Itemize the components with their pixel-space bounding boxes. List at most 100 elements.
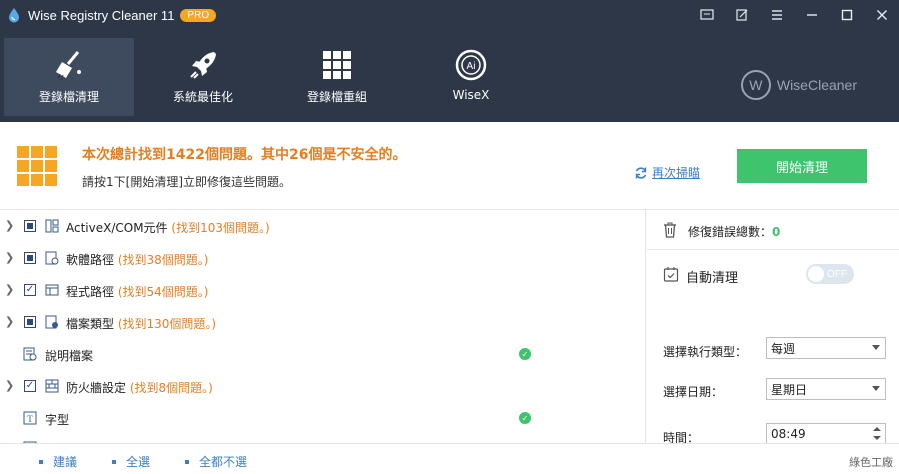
firewall-icon	[45, 379, 59, 393]
select-none-label: 全都不選	[199, 455, 248, 469]
chevron-right-icon[interactable]: ❯	[5, 379, 15, 392]
app-logo-icon	[9, 8, 19, 23]
spin-up-icon[interactable]	[873, 427, 881, 431]
nav-wisex[interactable]: Ai WiseX	[406, 38, 536, 116]
category-checkbox[interactable]	[24, 284, 36, 296]
nav-registry-defrag[interactable]: 登錄檔重組	[272, 38, 402, 116]
select-all-link[interactable]: 全選	[112, 453, 150, 470]
recommended-link[interactable]: 建議	[39, 453, 77, 470]
list-item[interactable]: ❯ 軟體路徑 (找到38個問題。)	[0, 242, 645, 274]
schedule-type-select[interactable]: 每週	[766, 337, 886, 359]
list-item[interactable]: ❯ 防火牆設定 (找到8個問題。)	[0, 370, 645, 402]
grid-icon	[322, 48, 352, 82]
edit-icon[interactable]	[724, 0, 759, 30]
category-checkbox[interactable]	[24, 252, 36, 264]
day-label: 選擇日期：	[663, 385, 724, 399]
minimize-icon[interactable]	[794, 0, 829, 30]
bullet-icon	[112, 459, 116, 464]
title-bar: Wise Registry Cleaner 11 PRO	[0, 0, 899, 30]
auto-clean-label: 自動清理	[686, 271, 739, 286]
broom-icon	[52, 48, 86, 82]
chevron-right-icon[interactable]: ❯	[5, 219, 15, 232]
summary-title: 本次總計找到1422個問題。其中26個是不安全的。	[82, 147, 407, 163]
summary-subtitle: 請按1下[開始清理]立即修復這些問題。	[82, 175, 291, 189]
fix-summary: 修復錯誤總數：0	[647, 210, 899, 250]
list-item[interactable]: ❯ ActiveX/COM元件 (找到103個問題。)	[0, 210, 645, 242]
category-label: 字型	[45, 413, 70, 427]
ai-icon: Ai	[454, 48, 488, 82]
pro-badge: PRO	[180, 8, 217, 22]
list-item[interactable]	[0, 434, 645, 443]
auto-clean-toggle[interactable]: OFF	[806, 264, 854, 284]
brand-name: WiseCleaner	[776, 77, 857, 93]
bullet-icon	[185, 459, 189, 464]
category-list: ❯ ActiveX/COM元件 (找到103個問題。) ❯ 軟體路徑 (找到38…	[0, 210, 646, 443]
program-path-icon	[45, 284, 59, 296]
rescan-link[interactable]: 再次掃瞄	[634, 164, 700, 181]
software-path-icon	[45, 251, 59, 265]
issue-count: (找到54個問題。)	[117, 285, 209, 299]
svg-text:T: T	[27, 414, 33, 424]
nav-label: 登錄檔重組	[306, 90, 367, 104]
check-circle-icon: ✓	[519, 348, 531, 360]
category-checkbox[interactable]	[24, 316, 36, 328]
wisecleaner-brand[interactable]: W WiseCleaner	[740, 70, 857, 100]
chevron-right-icon[interactable]: ❯	[5, 251, 15, 264]
list-item[interactable]: ❯ 程式路徑 (找到54個問題。)	[0, 274, 645, 306]
nav-registry-cleaner[interactable]: 登錄檔清理	[4, 38, 134, 116]
time-value: 08:49	[771, 427, 806, 441]
category-checkbox[interactable]	[24, 380, 36, 392]
time-input[interactable]: 08:49	[766, 423, 886, 443]
check-circle-icon: ✓	[519, 412, 531, 424]
list-item[interactable]: T 字型 ✓	[0, 402, 645, 434]
list-item[interactable]: 說明檔案 ✓	[0, 338, 645, 370]
chevron-right-icon[interactable]: ❯	[5, 315, 15, 328]
rocket-icon	[186, 48, 220, 82]
category-label: 檔案類型	[66, 317, 115, 331]
file-type-icon	[45, 315, 58, 329]
nav-label: 登錄檔清理	[38, 90, 99, 104]
issue-count: (找到130個問題。)	[117, 317, 217, 331]
schedule-type-value: 每週	[771, 341, 796, 356]
nav-label: WiseX	[452, 88, 490, 102]
main-nav: 登錄檔清理 系統最佳化 登錄檔重組 Ai WiseX W WiseCleaner	[0, 30, 899, 122]
select-all-label: 全選	[126, 455, 151, 469]
bullet-icon	[39, 459, 43, 464]
category-label: 防火牆設定	[66, 381, 127, 395]
category-label: 軟體路徑	[66, 253, 115, 267]
day-select[interactable]: 星期日	[766, 378, 886, 400]
chevron-down-icon	[872, 386, 880, 391]
maximize-icon[interactable]	[829, 0, 864, 30]
help-file-icon	[23, 347, 37, 361]
font-icon: T	[23, 411, 37, 425]
watermark: 綠色工廠	[849, 456, 893, 469]
issue-count: (找到38個問題。)	[117, 253, 209, 267]
spin-down-icon[interactable]	[873, 436, 881, 440]
close-icon[interactable]	[864, 0, 899, 30]
category-label: ActiveX/COM元件	[66, 221, 168, 235]
scan-summary: 本次總計找到1422個問題。其中26個是不安全的。 請按1下[開始清理]立即修復…	[0, 122, 899, 210]
trash-icon	[664, 222, 676, 238]
category-label: 程式路徑	[66, 285, 115, 299]
chevron-down-icon	[872, 345, 880, 350]
svg-text:Ai: Ai	[467, 61, 476, 72]
refresh-icon	[635, 166, 647, 179]
menu-icon[interactable]	[759, 0, 794, 30]
toggle-knob	[808, 266, 824, 282]
start-cleaning-button[interactable]: 開始清理	[737, 149, 867, 183]
toggle-state: OFF	[827, 268, 847, 280]
rescan-label: 再次掃瞄	[652, 166, 701, 180]
nav-system-tuneup[interactable]: 系統最佳化	[138, 38, 268, 116]
category-label: 說明檔案	[45, 349, 94, 363]
chevron-right-icon[interactable]: ❯	[5, 283, 15, 296]
nav-label: 系統最佳化	[172, 90, 233, 104]
feedback-icon[interactable]	[689, 0, 724, 30]
calendar-check-icon	[663, 267, 679, 282]
category-checkbox[interactable]	[24, 220, 36, 232]
issue-count: (找到8個問題。)	[129, 381, 213, 395]
select-none-link[interactable]: 全都不選	[185, 453, 247, 470]
list-item[interactable]: ❯ 檔案類型 (找到130個問題。)	[0, 306, 645, 338]
day-value: 星期日	[771, 382, 808, 397]
fix-count: 0	[772, 225, 781, 239]
brand-logo-icon: W	[740, 70, 771, 100]
